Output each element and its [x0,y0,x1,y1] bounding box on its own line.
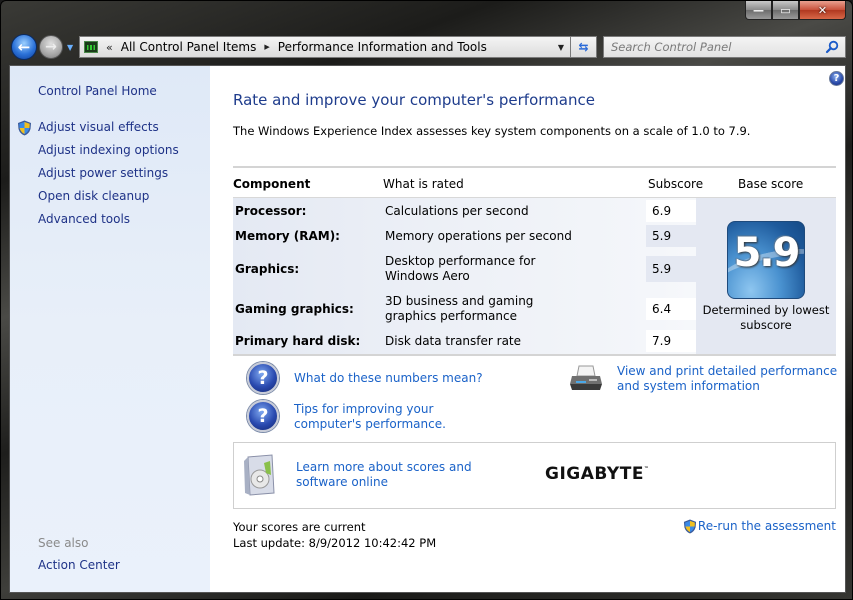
address-dropdown-button[interactable]: ▼ [552,43,570,52]
what-is-rated: Desktop performance for Windows Aero [385,254,536,283]
page-description: The Windows Experience Index assesses ke… [233,124,751,138]
help-question-icon: ? [247,362,279,394]
what-is-rated: Calculations per second [385,204,529,218]
uac-shield-icon [18,120,31,136]
back-button[interactable]: ← [11,34,37,60]
table-row: Memory (RAM): Memory operations per seco… [233,225,696,247]
gigabyte-logo: GIGABYTE™ [545,464,649,484]
breadcrumb-separator-icon[interactable]: ▶ [264,43,269,51]
main-panel: ? Rate and improve your computer's perfo… [210,66,845,592]
subscore-value: 5.9 [646,256,696,282]
last-update-text: Last update: 8/9/2012 10:42:42 PM [233,536,437,550]
chevron-down-icon: ▼ [67,43,74,52]
minimize-button[interactable]: — [745,1,772,20]
task-pane: Control Panel Home Adjust visual effects… [10,66,210,592]
printer-icon [570,365,602,390]
help-button[interactable]: ? [829,71,844,86]
sidebar-item-adjust-indexing-options[interactable]: Adjust indexing options [38,143,179,157]
see-also-heading: See also [38,536,89,550]
software-box-icon [244,454,275,496]
help-icon: ? [833,73,840,84]
sidebar-item-advanced-tools[interactable]: Advanced tools [38,212,130,226]
component-name: Graphics: [235,262,300,276]
back-arrow-icon: ← [17,38,31,56]
score-table: Component What is rated Subscore Base sc… [233,166,836,356]
table-row: Primary hard disk: Disk data transfer ra… [233,330,696,352]
refresh-button[interactable]: ⇆ [571,36,597,58]
header-component: Component [233,177,311,191]
subscore-value: 5.9 [646,225,696,247]
component-name: Primary hard disk: [235,334,361,348]
view-print-details-link[interactable]: View and print detailed performance and … [617,364,839,394]
control-panel-home-link[interactable]: Control Panel Home [38,84,157,98]
breadcrumb-overflow-button[interactable]: « [106,41,113,54]
window-controls: — ▭ ✕ [745,1,846,20]
tips-improving-performance-link[interactable]: Tips for improving your computer's perfo… [294,402,494,432]
recent-pages-dropdown[interactable]: ▼ [67,43,73,52]
close-button[interactable]: ✕ [799,1,846,20]
performance-monitor-icon [84,41,98,53]
table-row: Processor: Calculations per second 6.9 [233,200,696,222]
subscore-value: 6.4 [646,298,696,320]
what-do-numbers-mean-link[interactable]: What do these numbers mean? [294,371,483,386]
subscore-value: 7.9 [646,330,696,352]
learn-more-scores-link[interactable]: Learn more about scores and software onl… [296,460,516,490]
oem-promo-box: Learn more about scores and software onl… [233,442,836,509]
page-title: Rate and improve your computer's perform… [233,91,595,109]
refresh-icon: ⇆ [578,40,589,54]
sidebar-item-open-disk-cleanup[interactable]: Open disk cleanup [38,189,149,203]
maximize-button[interactable]: ▭ [772,1,799,20]
table-row: Gaming graphics: 3D business and gaming … [233,290,696,328]
base-score-panel: 5.9 Determined by lowest subscore [696,198,836,354]
sidebar-item-adjust-power-settings[interactable]: Adjust power settings [38,166,168,180]
forward-button[interactable]: → [39,35,63,59]
brand-name: GIGABYTE [545,464,644,484]
content-area: Control Panel Home Adjust visual effects… [9,65,846,593]
search-icon[interactable] [825,40,839,54]
trademark-symbol: ™ [643,466,650,472]
component-name: Processor: [235,204,307,218]
forward-arrow-icon: → [45,39,57,55]
window-frame: — ▭ ✕ ← → ▼ « All Control Panel Items ▶ … [0,0,853,600]
header-what-is-rated: What is rated [383,177,464,191]
help-question-icon: ? [247,400,279,432]
table-body: Processor: Calculations per second 6.9 M… [233,198,836,356]
action-center-link[interactable]: Action Center [38,558,120,572]
base-score-value: 5.9 [733,230,801,276]
component-name: Gaming graphics: [235,302,354,316]
what-is-rated: Disk data transfer rate [385,334,522,348]
what-is-rated: Memory operations per second [385,229,572,243]
header-base-score: Base score [738,177,804,191]
base-score-caption: Determined by lowest subscore [702,303,830,332]
base-score-badge: 5.9 [727,221,805,299]
table-row: Graphics: Desktop performance for Window… [233,250,696,288]
header-subscore: Subscore [648,177,704,191]
scores-current-text: Your scores are current [233,520,366,534]
breadcrumb-all-control-panel-items[interactable]: All Control Panel Items [121,40,257,54]
component-name: Memory (RAM): [235,229,340,243]
assessment-status: Your scores are current Last update: 8/9… [233,519,436,551]
table-header: Component What is rated Subscore Base sc… [233,168,836,198]
subscore-value: 6.9 [646,200,696,222]
rerun-assessment-label[interactable]: Re-run the assessment [698,519,836,534]
address-bar[interactable]: « All Control Panel Items ▶ Performance … [79,36,571,58]
breadcrumb-performance-information[interactable]: Performance Information and Tools [278,40,487,54]
chevron-down-icon: ▼ [557,42,565,52]
search-box [603,36,846,58]
sidebar-item-adjust-visual-effects[interactable]: Adjust visual effects [38,120,159,134]
search-input[interactable] [611,40,821,54]
uac-shield-icon [683,519,696,534]
navigation-bar: ← → ▼ « All Control Panel Items ▶ Perfor… [9,33,846,61]
what-is-rated: 3D business and gaming graphics performa… [385,294,534,323]
rerun-assessment-button[interactable]: Re-run the assessment [683,519,836,534]
